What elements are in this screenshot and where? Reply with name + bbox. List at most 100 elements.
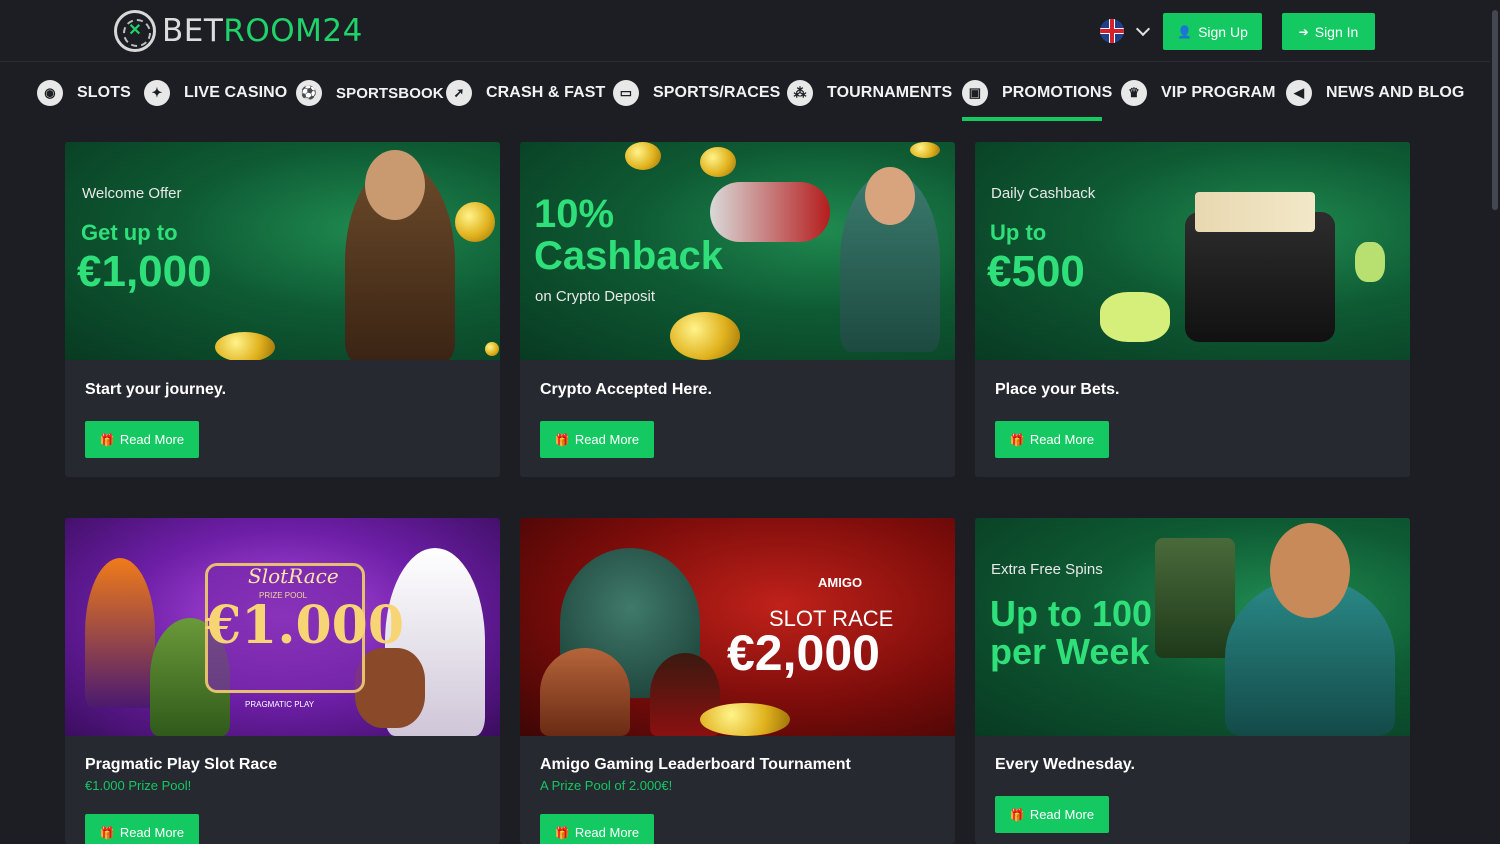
sign-in-button[interactable]: ➔ Sign In	[1282, 13, 1375, 50]
logo-text-bet: BET	[162, 13, 224, 49]
promo-card-crypto: 10% Cashback on Crypto Deposit Crypto Ac…	[520, 142, 955, 477]
banner-eyebrow: Welcome Offer	[82, 185, 182, 202]
user-plus-icon: 👤	[1177, 24, 1193, 39]
nav-item-news-and-blog[interactable]: ◀ NEWS AND BLOG	[1286, 76, 1464, 110]
banner-amount: per Week	[990, 631, 1150, 672]
banner-brand: AMIGO	[818, 575, 863, 590]
nav-label: PROMOTIONS	[1002, 84, 1113, 101]
promo-card-welcome: Welcome Offer Get up to €1,000 Start you…	[65, 142, 500, 477]
banner-line: Get up to	[81, 220, 178, 245]
tournaments-icon: ⁂	[787, 80, 813, 106]
banner-line: Up to 100	[990, 593, 1153, 634]
read-more-button[interactable]: 🎁 Read More	[85, 421, 199, 458]
nav-label: SPORTS/RACES	[653, 84, 781, 101]
vip-program-icon: ♛	[1121, 80, 1147, 106]
gift-icon: 🎁	[1009, 432, 1025, 447]
card-title: Pragmatic Play Slot Race	[85, 756, 278, 773]
card-title: Every Wednesday.	[995, 756, 1135, 773]
banner-line: Up to	[990, 220, 1047, 245]
card-subtitle: €1.000 Prize Pool!	[85, 778, 192, 793]
logo-text-room24: ROOM24	[223, 13, 363, 49]
nav-item-slots[interactable]: ◉ SLOTS	[37, 76, 131, 110]
gift-icon: 🎁	[99, 432, 115, 447]
nav-item-promotions[interactable]: ▣ PROMOTIONS	[962, 76, 1112, 110]
read-more-button[interactable]: 🎁 Read More	[85, 814, 199, 844]
sign-in-icon: ➔	[1298, 24, 1309, 39]
banner-eyebrow: Daily Cashback	[991, 185, 1096, 202]
card-title: Amigo Gaming Leaderboard Tournament	[540, 756, 851, 773]
promo-banner[interactable]: Daily Cashback Up to €500	[975, 142, 1410, 360]
nav-item-sportsbook[interactable]: ⚽ SPORTSBOOK	[296, 76, 444, 110]
banner-amount: €1,000	[77, 247, 212, 296]
nav-label: LIVE CASINO	[184, 84, 288, 101]
promo-card-pragmatic-slot-race: SlotRace PRIZE POOL €1.000 PRAGMATIC PLA…	[65, 518, 500, 844]
promo-banner[interactable]: Extra Free Spins Up to 100 per Week	[975, 518, 1410, 736]
nav-label: CRASH & FAST	[486, 84, 606, 101]
nav-label: SLOTS	[77, 84, 131, 101]
sign-up-button[interactable]: 👤 Sign Up	[1163, 13, 1262, 50]
banner-amount: €500	[987, 247, 1085, 296]
banner-eyebrow: Extra Free Spins	[991, 561, 1103, 578]
active-tab-indicator	[962, 117, 1102, 121]
sign-in-label: Sign In	[1314, 23, 1359, 40]
nav-label: TOURNAMENTS	[827, 84, 953, 101]
promo-card-daily-cashback: Daily Cashback Up to €500 Place your Bet…	[975, 142, 1410, 477]
roulette-logo-icon	[114, 10, 156, 52]
banner-logo-text: SlotRace	[248, 564, 339, 588]
banner-brand: PRAGMATIC PLAY	[245, 700, 315, 709]
language-selector[interactable]	[1100, 19, 1151, 43]
top-bar: BETROOM24 👤 Sign Up ➔ Sign In	[0, 0, 1500, 62]
banner-amount: €1.000	[205, 595, 405, 656]
read-more-button[interactable]: 🎁 Read More	[995, 796, 1109, 833]
site-logo[interactable]: BETROOM24	[114, 10, 363, 52]
read-more-label: Read More	[574, 825, 640, 840]
read-more-label: Read More	[119, 825, 185, 840]
main-nav: ◉ SLOTS ✦ LIVE CASINO ⚽ SPORTSBOOK ➚ CRA…	[0, 62, 1500, 122]
promo-banner[interactable]: SlotRace PRIZE POOL €1.000 PRAGMATIC PLA…	[65, 518, 500, 736]
sign-up-label: Sign Up	[1198, 23, 1248, 40]
card-subtitle: A Prize Pool of 2.000€!	[540, 778, 673, 793]
promo-card-amigo-tournament: AMIGO SLOT RACE €2,000 Amigo Gaming Lead…	[520, 518, 955, 844]
promo-banner[interactable]: 10% Cashback on Crypto Deposit	[520, 142, 955, 360]
card-title: Place your Bets.	[995, 381, 1120, 398]
promo-banner[interactable]: AMIGO SLOT RACE €2,000	[520, 518, 955, 736]
promotions-icon: ▣	[962, 80, 988, 106]
nav-item-sports-races[interactable]: ▭ SPORTS/RACES	[613, 76, 780, 110]
uk-flag-icon	[1100, 19, 1124, 43]
read-more-label: Read More	[119, 432, 185, 447]
banner-line: Cashback	[534, 234, 723, 278]
read-more-label: Read More	[574, 432, 640, 447]
nav-label: SPORTSBOOK	[336, 84, 444, 102]
banner-amount: 10%	[534, 192, 615, 236]
read-more-label: Read More	[1029, 807, 1095, 822]
read-more-label: Read More	[1029, 432, 1095, 447]
read-more-button[interactable]: 🎁 Read More	[540, 814, 654, 844]
nav-item-crash-fast[interactable]: ➚ CRASH & FAST	[446, 76, 605, 110]
page-scrollbar[interactable]	[1490, 0, 1500, 844]
read-more-button[interactable]: 🎁 Read More	[995, 421, 1109, 458]
nav-item-tournaments[interactable]: ⁂ TOURNAMENTS	[787, 76, 952, 110]
chevron-down-icon	[1135, 21, 1151, 36]
promo-card-free-spins: Extra Free Spins Up to 100 per Week Ever…	[975, 518, 1410, 844]
card-title: Crypto Accepted Here.	[540, 381, 712, 398]
gift-icon: 🎁	[99, 825, 115, 840]
read-more-button[interactable]: 🎁 Read More	[540, 421, 654, 458]
gift-icon: 🎁	[554, 825, 570, 840]
slots-icon: ◉	[37, 80, 63, 106]
sports-races-icon: ▭	[613, 80, 639, 106]
scrollbar-thumb[interactable]	[1492, 10, 1498, 210]
gift-icon: 🎁	[554, 432, 570, 447]
promo-banner[interactable]: Welcome Offer Get up to €1,000	[65, 142, 500, 360]
gift-icon: 🎁	[1009, 807, 1025, 822]
nav-label: VIP PROGRAM	[1161, 84, 1276, 101]
crash-fast-icon: ➚	[446, 80, 472, 106]
live-casino-icon: ✦	[144, 80, 170, 106]
card-title: Start your journey.	[85, 381, 227, 398]
nav-item-live-casino[interactable]: ✦ LIVE CASINO	[144, 76, 287, 110]
sportsbook-icon: ⚽	[296, 80, 322, 106]
nav-item-vip-program[interactable]: ♛ VIP PROGRAM	[1121, 76, 1276, 110]
news-blog-icon: ◀	[1286, 80, 1312, 106]
banner-eyebrow: on Crypto Deposit	[535, 288, 656, 305]
nav-label: NEWS AND BLOG	[1326, 84, 1465, 101]
banner-amount: €2,000	[727, 625, 880, 681]
